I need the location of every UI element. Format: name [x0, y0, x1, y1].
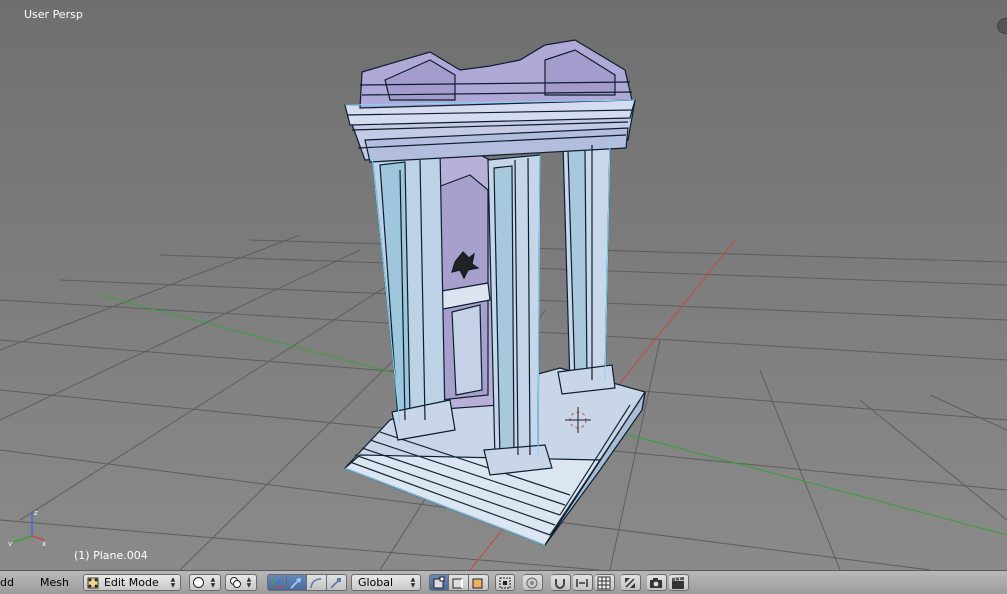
mode-select[interactable]: Edit Mode ▲ ▼	[82, 574, 181, 591]
edge-select-button[interactable]	[448, 574, 469, 591]
translate-arrow-icon	[290, 577, 302, 589]
transform-orientation-select[interactable]: Global ▲ ▼	[350, 574, 421, 591]
mirror-editing-button[interactable]	[620, 574, 641, 591]
vertex-select-button[interactable]	[428, 574, 449, 591]
scale-manipulator-button[interactable]	[326, 574, 347, 591]
3d-viewport[interactable]: User Persp z x y (1) Plane.004	[0, 0, 1007, 570]
opengl-render-button[interactable]	[646, 574, 667, 591]
mirror-arrows-icon	[625, 577, 636, 588]
menu-add[interactable]: dd	[0, 571, 20, 594]
snap-increment-icon	[576, 578, 589, 587]
updown-arrows-icon: ▲ ▼	[170, 575, 176, 589]
vertex-select-icon	[433, 576, 445, 588]
snap-element-button[interactable]	[572, 574, 593, 591]
edit-mode-icon	[87, 577, 99, 588]
proportional-edit-button[interactable]	[522, 574, 543, 591]
proportional-edit-icon	[526, 577, 538, 588]
edge-select-icon	[452, 578, 464, 588]
menu-mesh[interactable]: Mesh	[34, 571, 75, 594]
select-mode-buttons	[428, 574, 489, 591]
limit-selection-icon	[499, 577, 511, 588]
manipulator-toggle-button[interactable]	[266, 574, 287, 591]
manipulator-icon	[272, 577, 282, 588]
face-select-button[interactable]	[468, 574, 489, 591]
pivot-point-select[interactable]: ▲ ▼	[224, 574, 257, 591]
snap-target-button[interactable]	[594, 574, 615, 591]
opengl-animation-button[interactable]	[668, 574, 689, 591]
transform-orientation-label: Global	[357, 576, 394, 589]
svg-text:x: x	[42, 540, 46, 546]
rotate-arc-icon	[310, 577, 322, 588]
axes-gizmo: z x y	[8, 509, 46, 546]
svg-text:z: z	[34, 509, 38, 517]
active-object-label: (1) Plane.004	[74, 549, 148, 562]
rotate-manipulator-button[interactable]	[306, 574, 327, 591]
grid-icon	[597, 576, 611, 589]
manipulator-buttons	[266, 574, 347, 591]
pivot-point-icon	[229, 577, 241, 588]
limit-selection-button[interactable]	[494, 574, 515, 591]
clapperboard-icon	[672, 576, 685, 589]
snap-toggle-button[interactable]	[550, 574, 571, 591]
face-select-icon	[472, 578, 483, 588]
updown-arrows-icon: ▲ ▼	[410, 575, 416, 589]
viewport-view-name: User Persp	[24, 8, 83, 21]
solid-shading-icon	[192, 577, 204, 588]
magnet-icon	[555, 578, 566, 589]
scale-icon	[330, 577, 342, 589]
viewport-scene	[0, 39, 1007, 570]
mode-select-label: Edit Mode	[103, 576, 159, 589]
updown-arrows-icon: ▲ ▼	[210, 575, 216, 589]
area-split-handle[interactable]	[997, 18, 1007, 34]
svg-text:y: y	[8, 540, 12, 546]
viewport-header: dd Mesh Edit Mode ▲ ▼ ▲ ▼ ▲ ▼ Global ▲ ▼	[0, 570, 1007, 594]
translate-manipulator-button[interactable]	[286, 574, 307, 591]
temple-mesh[interactable]	[343, 39, 646, 546]
updown-arrows-icon: ▲ ▼	[246, 575, 252, 589]
viewport-shading-select[interactable]: ▲ ▼	[188, 574, 221, 591]
render-camera-icon	[650, 577, 663, 588]
